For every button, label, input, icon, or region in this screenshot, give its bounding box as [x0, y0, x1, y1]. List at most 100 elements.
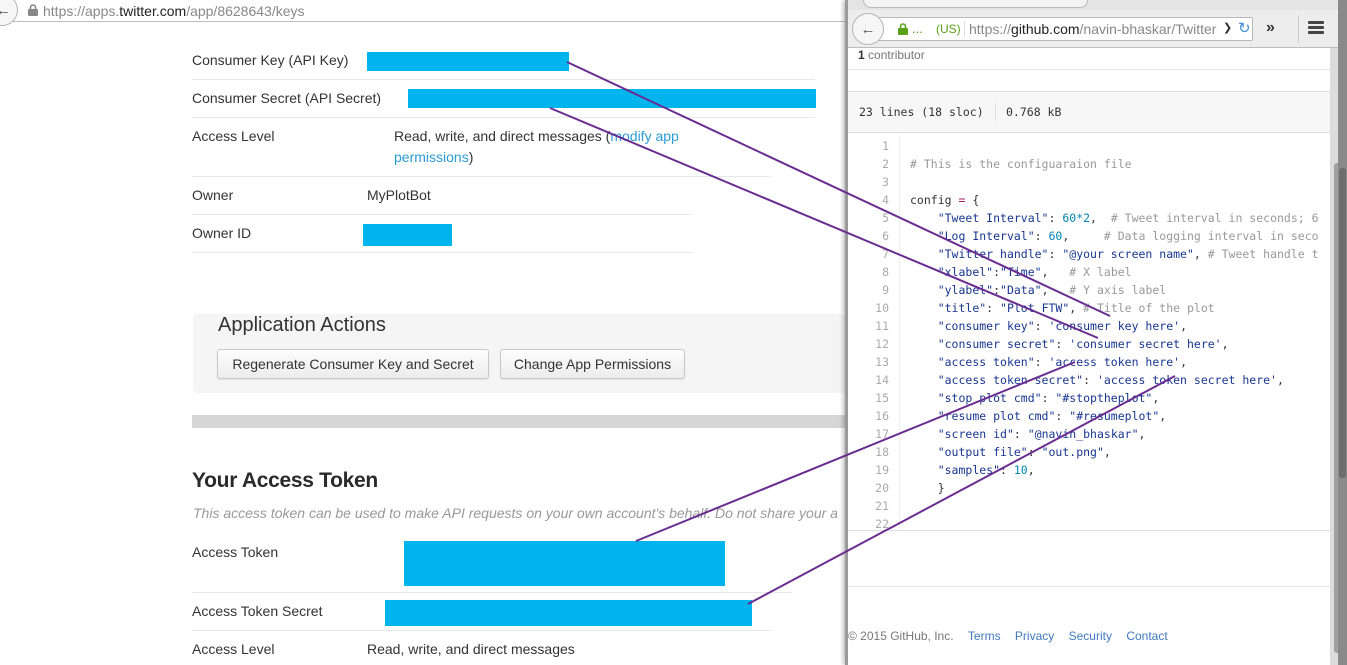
- code-line: "samples": 10,: [937, 463, 1035, 477]
- twitter-address-bar[interactable]: ← https://apps.twitter.com/app/8628643/k…: [0, 0, 845, 26]
- paren-close: ): [468, 149, 474, 165]
- section-divider-bar: [192, 415, 852, 428]
- row-divider: [192, 630, 772, 631]
- url-path: /navin-bhaskar/TwitterF: [1079, 21, 1217, 37]
- owner-id-label: Owner ID: [192, 225, 252, 241]
- code-line: "stop plot cmd": "#stoptheplot",: [937, 391, 1160, 405]
- divider: [848, 586, 1330, 587]
- github-file-view: 1 contributor 23 lines (18 sloc) 0.768 k…: [848, 48, 1330, 665]
- modify-app-permissions-link[interactable]: modify app: [610, 128, 678, 144]
- access-token-redacted: [404, 541, 725, 586]
- line-number[interactable]: 17: [875, 425, 889, 443]
- code-line: "access token": 'access token here',: [937, 355, 1187, 369]
- row-divider: [192, 117, 815, 118]
- tab-strip: [848, 0, 1347, 10]
- consumer-secret-label: Consumer Secret (API Secret): [192, 90, 382, 106]
- application-actions-title: Application Actions: [218, 314, 386, 336]
- access-token-label: Access Token: [192, 544, 279, 560]
- code-line: "output file": "out.png",: [937, 445, 1111, 459]
- contributors-label: contributor: [868, 48, 925, 62]
- code-line: "consumer key": 'consumer key here',: [937, 319, 1187, 333]
- line-number[interactable]: 2: [882, 155, 889, 173]
- owner-value: MyPlotBot: [367, 187, 431, 203]
- browser-tab[interactable]: [863, 0, 1088, 8]
- consumer-key-label: Consumer Key (API Key): [192, 52, 349, 68]
- back-arrow-icon: ←: [860, 20, 876, 38]
- code-line: "Twitter handle": "@your screen name", #…: [937, 247, 1319, 261]
- outer-scrollbar-thumb[interactable]: [1339, 168, 1346, 478]
- code-line: config = {: [910, 193, 980, 207]
- twitter-url[interactable]: https://apps.twitter.com/app/8628643/key…: [43, 3, 305, 19]
- access-token-title: Your Access Token: [192, 469, 378, 492]
- access-level-text: Read, write, and direct messages (: [394, 128, 611, 144]
- github-url[interactable]: https://github.com/navin-bhaskar/Twitter…: [969, 21, 1217, 37]
- line-number[interactable]: 8: [882, 263, 889, 281]
- consumer-key-redacted: [367, 52, 569, 71]
- change-app-permissions-button[interactable]: Change App Permissions: [500, 349, 685, 379]
- url-prefix: https://: [969, 21, 1012, 37]
- url-prefix: https://apps.: [43, 3, 120, 19]
- overflow-chevrons-icon[interactable]: »: [1266, 19, 1275, 37]
- url-domain: twitter.com: [119, 3, 187, 19]
- file-line-count: 23 lines (18 sloc): [859, 105, 984, 119]
- line-number[interactable]: 16: [875, 407, 889, 425]
- file-size: 0.768 kB: [1006, 105, 1062, 119]
- footer-link-terms[interactable]: Terms: [968, 629, 1001, 643]
- github-footer: © 2015 GitHub, Inc. Terms Privacy Securi…: [848, 629, 1168, 643]
- line-number[interactable]: 20: [875, 479, 889, 497]
- identity-ellipsis: ...: [912, 21, 923, 36]
- line-number[interactable]: 9: [882, 281, 889, 299]
- line-number[interactable]: 7: [882, 245, 889, 263]
- footer-link-security[interactable]: Security: [1069, 629, 1112, 643]
- code-line: "access token secret": 'access token sec…: [937, 373, 1284, 387]
- modify-app-permissions-link-cont[interactable]: permissions: [394, 149, 469, 165]
- contributors-count[interactable]: 1 contributor: [858, 48, 925, 62]
- url-domain: github.com: [1011, 21, 1080, 37]
- line-number[interactable]: 6: [882, 227, 889, 245]
- github-browser-window: ... (US) https://github.com/navin-bhaska…: [845, 0, 1347, 665]
- line-number[interactable]: 11: [875, 317, 889, 335]
- github-nav-bar: ... (US) https://github.com/navin-bhaska…: [848, 10, 1347, 48]
- github-address-bar[interactable]: ... (US) https://github.com/navin-bhaska…: [870, 17, 1253, 41]
- consumer-secret-redacted: [408, 89, 816, 108]
- token-access-level-label: Access Level: [192, 641, 275, 657]
- access-level-value-line2: permissions): [394, 147, 473, 168]
- chevron-down-icon[interactable]: ❯: [1223, 21, 1232, 34]
- access-token-secret-label: Access Token Secret: [192, 603, 323, 619]
- line-number[interactable]: 18: [875, 443, 889, 461]
- divider: [848, 530, 1330, 531]
- reload-icon[interactable]: ↻: [1238, 19, 1251, 37]
- footer-link-contact[interactable]: Contact: [1126, 629, 1167, 643]
- line-number[interactable]: 21: [875, 497, 889, 515]
- line-number[interactable]: 13: [875, 353, 889, 371]
- code-line: "Log Interval": 60, # Data logging inter…: [937, 229, 1319, 243]
- file-info-bar: 23 lines (18 sloc) 0.768 kB: [848, 91, 1330, 133]
- back-button[interactable]: ←: [852, 13, 884, 45]
- code-line: "ylabel":"Data", # Y axis label: [937, 283, 1167, 297]
- line-number[interactable]: 12: [875, 335, 889, 353]
- code-line: "screen id": "@navin_bhaskar",: [937, 427, 1146, 441]
- lock-icon: [28, 4, 38, 16]
- line-number[interactable]: 4: [882, 191, 889, 209]
- line-number[interactable]: 14: [875, 371, 889, 389]
- contributors-number: 1: [858, 48, 865, 62]
- access-level-label: Access Level: [192, 128, 275, 144]
- regenerate-consumer-key-button[interactable]: Regenerate Consumer Key and Secret: [217, 349, 489, 379]
- code-view: 1 2 3 4 5 6 7 8 9 10 11 12 13 14 15 16 17 18 19 20 21 22 # Th…: [848, 134, 1330, 531]
- line-number[interactable]: 1: [882, 137, 889, 155]
- divider: [848, 69, 1330, 70]
- owner-id-redacted: [363, 224, 452, 246]
- toolbar-separator: [1298, 15, 1299, 43]
- line-number[interactable]: 10: [875, 299, 889, 317]
- copyright: © 2015 GitHub, Inc.: [848, 629, 954, 643]
- line-number[interactable]: 19: [875, 461, 889, 479]
- footer-link-privacy[interactable]: Privacy: [1015, 629, 1054, 643]
- line-number[interactable]: 3: [882, 173, 889, 191]
- row-divider: [192, 79, 815, 80]
- identity-country: (US): [936, 22, 961, 36]
- line-number[interactable]: 5: [882, 209, 889, 227]
- line-number[interactable]: 15: [875, 389, 889, 407]
- access-level-value: Read, write, and direct messages (modify…: [394, 126, 679, 147]
- code-line: "consumer secret": 'consumer secret here…: [937, 337, 1229, 351]
- hamburger-menu-icon[interactable]: [1308, 21, 1324, 35]
